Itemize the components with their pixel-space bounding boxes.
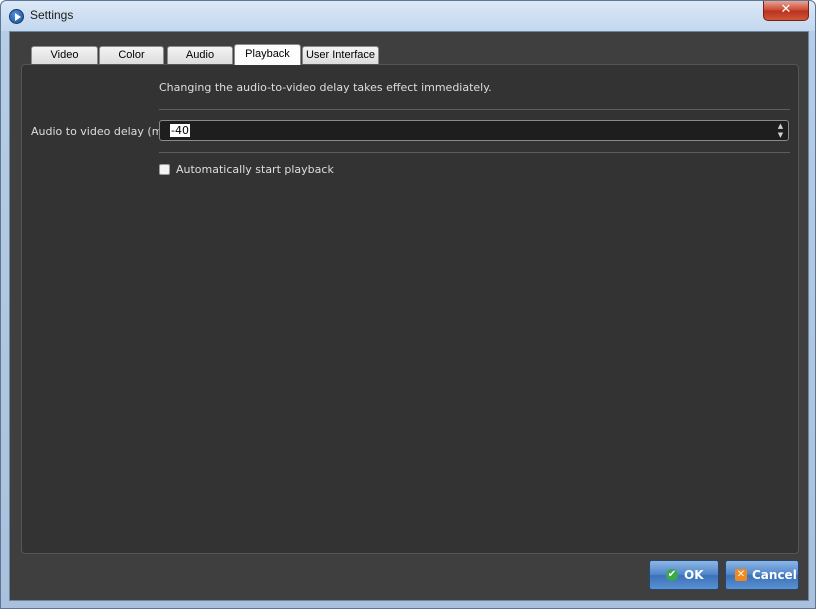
- title-bar[interactable]: Settings ✕: [1, 1, 815, 31]
- checkmark-icon: ✔: [666, 569, 678, 581]
- settings-window: Settings ✕ Video Color Audio Playback Us…: [0, 0, 816, 609]
- window-title: Settings: [30, 8, 74, 22]
- audio-delay-spinbox[interactable]: -40 ▲ ▼: [159, 120, 789, 141]
- ok-label: OK: [684, 568, 704, 582]
- tab-audio[interactable]: Audio: [167, 46, 233, 64]
- autostart-checkbox[interactable]: [159, 164, 170, 175]
- delay-info-text: Changing the audio-to-video delay takes …: [159, 81, 492, 94]
- cancel-button[interactable]: ✕ Cancel: [725, 560, 799, 590]
- cancel-label: Cancel: [752, 568, 797, 582]
- separator: [159, 109, 790, 110]
- playback-panel: Changing the audio-to-video delay takes …: [21, 64, 799, 554]
- dialog-client-area: Video Color Audio Playback User Interfac…: [9, 31, 809, 601]
- close-button[interactable]: ✕: [763, 1, 809, 21]
- autostart-label[interactable]: Automatically start playback: [176, 163, 334, 176]
- audio-delay-value[interactable]: -40: [170, 124, 190, 137]
- audio-delay-label: Audio to video delay (ms): [31, 125, 173, 138]
- tab-user-interface[interactable]: User Interface: [302, 46, 379, 64]
- cancel-x-icon: ✕: [735, 569, 747, 581]
- spin-up-arrow-icon[interactable]: ▲: [776, 122, 785, 130]
- spin-down-arrow-icon[interactable]: ▼: [776, 131, 785, 139]
- ok-button[interactable]: ✔ OK: [649, 560, 719, 590]
- tab-color[interactable]: Color: [99, 46, 164, 64]
- tab-playback[interactable]: Playback: [234, 44, 301, 65]
- separator: [159, 152, 790, 153]
- tab-video[interactable]: Video: [31, 46, 98, 64]
- app-play-icon: [9, 9, 24, 24]
